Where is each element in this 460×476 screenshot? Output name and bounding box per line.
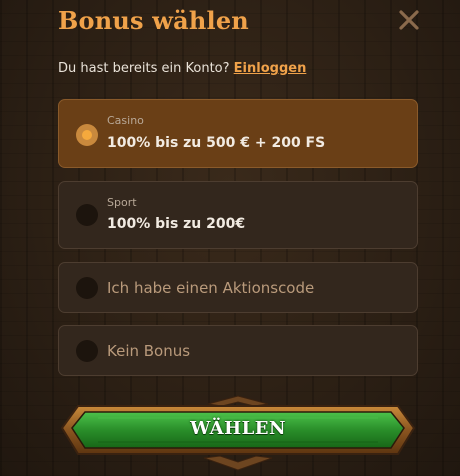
radio-button[interactable] [76, 277, 98, 299]
close-icon [399, 10, 419, 30]
option-label: Kein Bonus [107, 342, 191, 360]
login-link[interactable]: Einloggen [234, 61, 307, 76]
option-label: Ich habe einen Aktionscode [107, 279, 315, 297]
login-prompt-text: Du hast bereits ein Konto? [58, 61, 230, 76]
radio-button[interactable] [76, 204, 98, 226]
login-prompt: Du hast bereits ein Konto? Einloggen [58, 60, 306, 78]
option-label: 100% bis zu 500 € + 200 FS [107, 135, 326, 151]
radio-button[interactable] [76, 340, 98, 362]
choose-button[interactable]: WÄHLEN [58, 394, 418, 476]
option-category: Casino [107, 114, 144, 127]
bonus-option-casino[interactable]: Casino 100% bis zu 500 € + 200 FS [58, 99, 418, 168]
modal-header: Bonus wählen [58, 4, 420, 38]
radio-selected-dot [82, 130, 92, 140]
radio-button-selected[interactable] [76, 124, 98, 146]
choose-button-label: WÄHLEN [190, 418, 286, 439]
bonus-option-promo-code[interactable]: Ich habe einen Aktionscode [58, 262, 418, 313]
close-button[interactable] [398, 9, 420, 31]
modal-title: Bonus wählen [58, 6, 249, 35]
bonus-option-sport[interactable]: Sport 100% bis zu 200€ [58, 181, 418, 249]
bonus-option-no-bonus[interactable]: Kein Bonus [58, 325, 418, 376]
option-label: 100% bis zu 200€ [107, 216, 246, 232]
option-category: Sport [107, 196, 137, 209]
